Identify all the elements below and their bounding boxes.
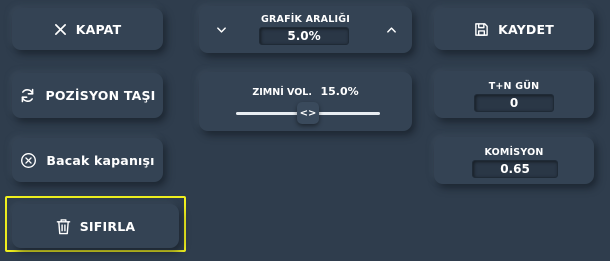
- floppy-disk-icon: [474, 22, 489, 37]
- t-n-day-label: T+N GÜN: [488, 81, 540, 92]
- implied-vol-label: ZIMNİ VOL.: [252, 87, 312, 98]
- t-n-day-input[interactable]: 0: [474, 94, 554, 112]
- commission-panel: KOMİSYON 0.65: [434, 137, 594, 184]
- close-leg-button[interactable]: Bacak kapanışı: [12, 138, 163, 182]
- chart-range-increase-button[interactable]: [376, 13, 406, 46]
- move-position-label: POZİSYON TAŞI: [45, 88, 156, 103]
- close-button[interactable]: KAPAT: [12, 8, 163, 50]
- t-n-day-panel: T+N GÜN 0: [434, 71, 594, 118]
- save-button-label: KAYDET: [498, 21, 554, 37]
- chart-range-stepper: GRAFİK ARALIĞI 5.0%: [199, 6, 412, 53]
- chevron-up-icon: [386, 26, 397, 34]
- chart-range-value: 5.0%: [259, 27, 349, 45]
- implied-vol-header: ZIMNİ VOL. 15.0%: [199, 85, 412, 98]
- close-leg-label: Bacak kapanışı: [46, 152, 155, 168]
- trash-icon: [56, 218, 71, 235]
- implied-vol-slider-handle[interactable]: <>: [297, 102, 319, 124]
- implied-vol-panel: ZIMNİ VOL. 15.0% <>: [199, 72, 412, 131]
- commission-input[interactable]: 0.65: [472, 160, 558, 178]
- reset-label: SIFIRLA: [79, 218, 136, 234]
- implied-vol-value: 15.0%: [320, 85, 359, 98]
- move-position-button[interactable]: POZİSYON TAŞI: [12, 73, 163, 118]
- close-button-label: KAPAT: [75, 21, 122, 37]
- x-circle-icon: [20, 152, 37, 169]
- slider-handle-arrows-icon: <>: [299, 107, 317, 119]
- x-icon: [54, 23, 67, 36]
- chevron-down-icon: [216, 26, 227, 34]
- commission-label: KOMİSYON: [484, 147, 544, 158]
- reset-button[interactable]: SIFIRLA: [12, 204, 179, 248]
- refresh-icon: [19, 87, 36, 104]
- save-button[interactable]: KAYDET: [434, 8, 594, 50]
